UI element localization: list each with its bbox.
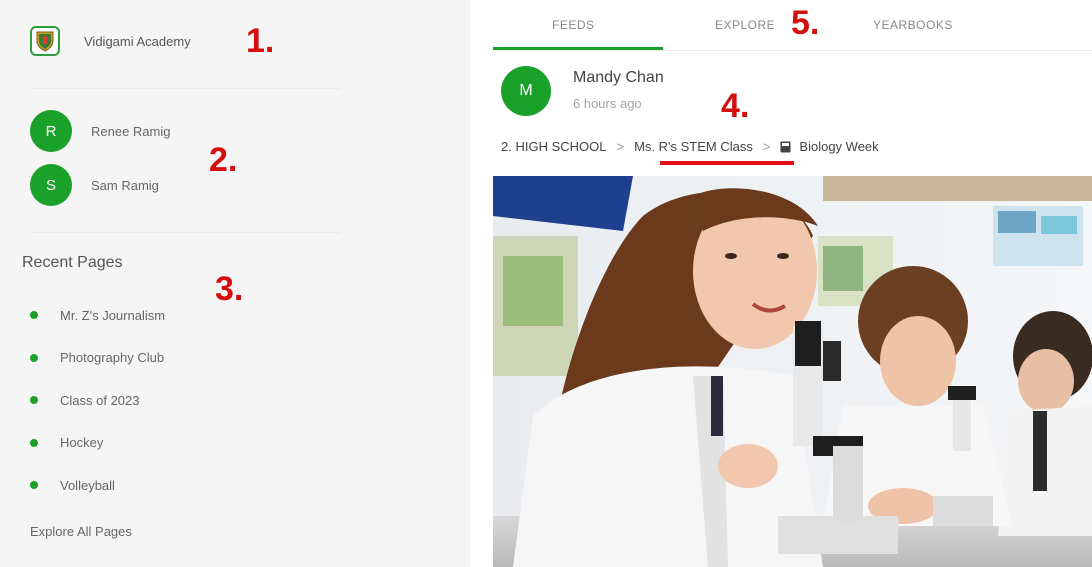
recent-page-label: Photography Club xyxy=(60,350,165,366)
avatar[interactable]: M xyxy=(501,66,551,116)
post-author[interactable]: Mandy Chan xyxy=(573,69,664,87)
recent-page-item[interactable]: Photography Club xyxy=(30,337,165,380)
bullet-dot-icon xyxy=(30,438,38,447)
breadcrumb-stem-class[interactable]: Ms. R's STEM Class xyxy=(634,139,753,154)
user-name: Renee Ramig xyxy=(91,123,171,139)
breadcrumb-separator: > xyxy=(762,139,771,154)
bullet-dot-icon xyxy=(30,311,38,320)
post-timestamp: 6 hours ago xyxy=(573,96,642,111)
tab-explore[interactable]: EXPLORE xyxy=(715,18,775,32)
recent-page-label: Mr. Z's Journalism xyxy=(60,307,166,323)
album-icon xyxy=(780,141,791,153)
annotation-2: 2. xyxy=(209,141,238,179)
tab-yearbooks[interactable]: YEARBOOKS xyxy=(873,18,953,32)
recent-page-label: Volleyball xyxy=(60,477,115,493)
active-tab-indicator xyxy=(493,47,663,50)
breadcrumb-separator: > xyxy=(616,139,625,154)
recent-page-label: Class of 2023 xyxy=(60,392,140,408)
user-item-sam[interactable]: S Sam Ramig xyxy=(30,164,159,206)
recent-pages-heading: Recent Pages xyxy=(22,254,123,271)
breadcrumb: 2. HIGH SCHOOL > Ms. R's STEM Class > Bi… xyxy=(501,139,879,154)
post-photo[interactable] xyxy=(493,176,1092,567)
recent-page-label: Hockey xyxy=(60,435,104,451)
bullet-dot-icon xyxy=(30,481,38,490)
recent-page-item[interactable]: Class of 2023 xyxy=(30,379,165,422)
bullet-dot-icon xyxy=(30,396,38,405)
school-switcher[interactable]: Vidigami Academy xyxy=(30,26,191,56)
breadcrumb-high-school[interactable]: 2. HIGH SCHOOL xyxy=(501,139,606,154)
main-feed: FEEDS EXPLORE YEARBOOKS 5. M Mandy Chan … xyxy=(493,0,1092,567)
breadcrumb-biology-week[interactable]: Biology Week xyxy=(799,139,878,154)
bullet-dot-icon xyxy=(30,353,38,362)
school-name: Vidigami Academy xyxy=(84,33,191,49)
recent-pages-list: Mr. Z's Journalism Photography Club Clas… xyxy=(30,294,165,507)
school-crest-icon xyxy=(30,26,60,56)
divider xyxy=(30,88,340,89)
annotation-underline xyxy=(660,161,794,165)
avatar: S xyxy=(30,164,72,206)
avatar: R xyxy=(30,110,72,152)
user-item-renee[interactable]: R Renee Ramig xyxy=(30,110,171,152)
user-name: Sam Ramig xyxy=(91,177,159,193)
tab-feeds[interactable]: FEEDS xyxy=(552,18,595,32)
annotation-1: 1. xyxy=(246,22,275,60)
explore-all-pages-link[interactable]: Explore All Pages xyxy=(30,524,132,539)
recent-page-item[interactable]: Hockey xyxy=(30,422,165,465)
annotation-3: 3. xyxy=(215,270,244,308)
divider xyxy=(30,232,340,233)
recent-page-item[interactable]: Mr. Z's Journalism xyxy=(30,294,165,337)
annotation-5: 5. xyxy=(791,4,820,42)
annotation-4: 4. xyxy=(721,87,750,125)
recent-page-item[interactable]: Volleyball xyxy=(30,464,165,507)
